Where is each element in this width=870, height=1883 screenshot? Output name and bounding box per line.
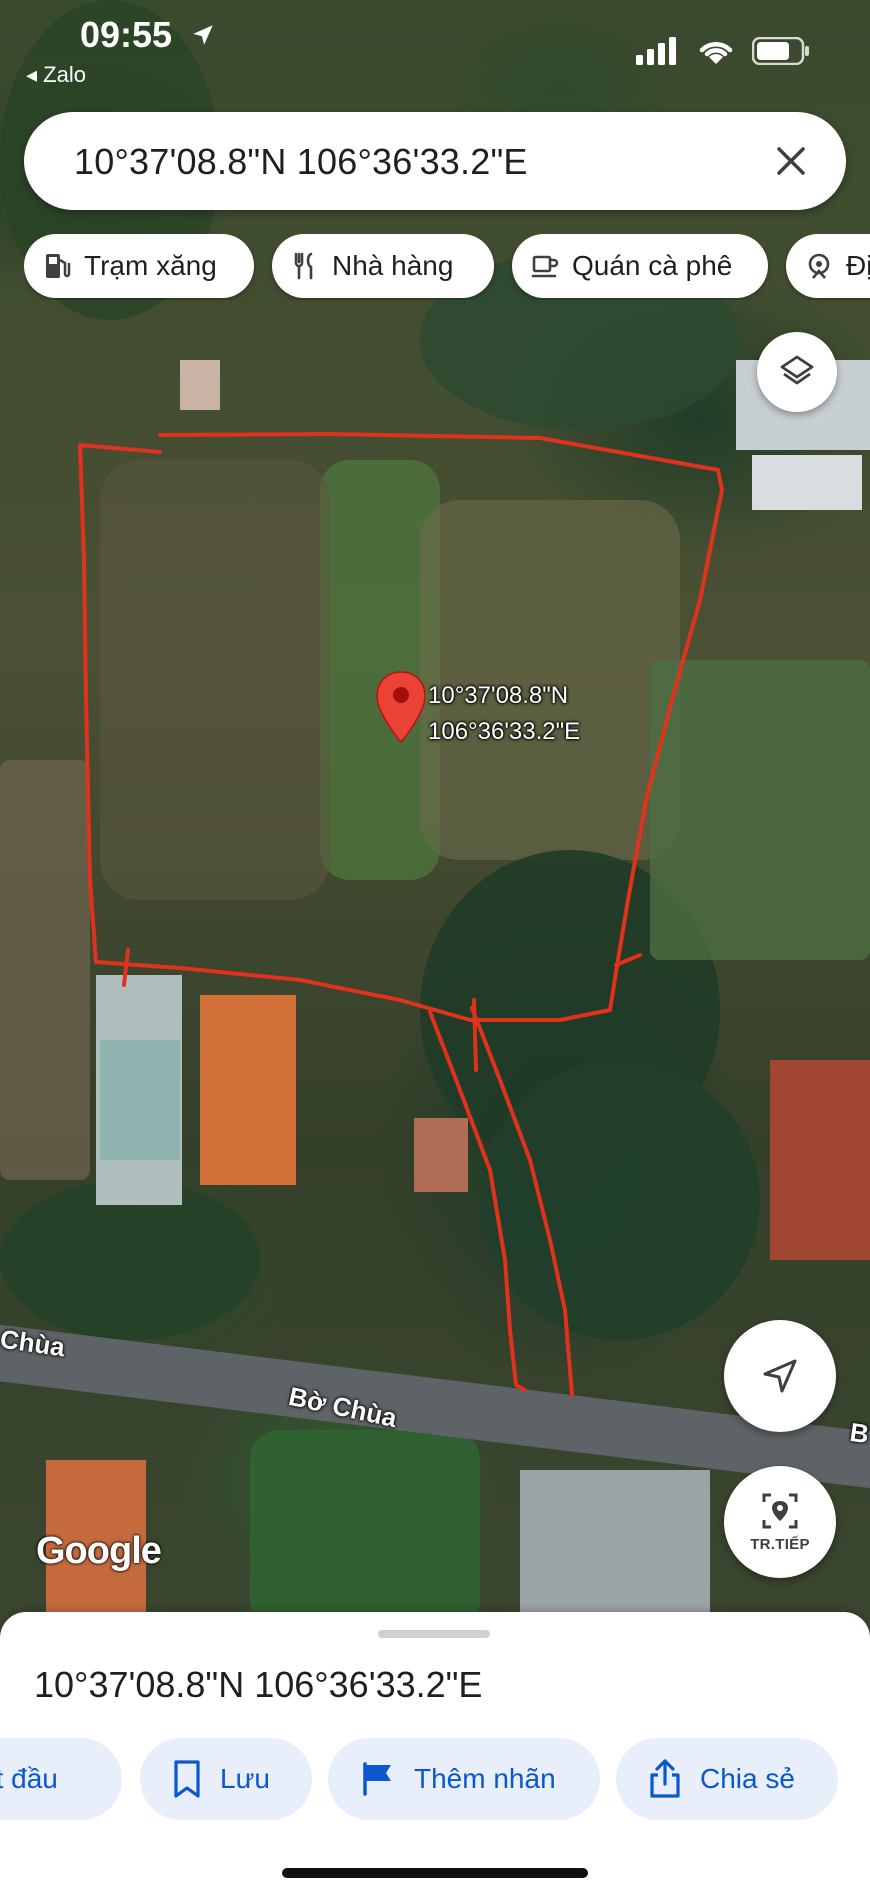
action-label: ắt đầu [0, 1763, 58, 1794]
close-icon [777, 147, 805, 175]
road-label: B [848, 1416, 870, 1450]
share-icon [650, 1759, 680, 1798]
my-location-button[interactable] [724, 1320, 836, 1432]
back-chevron-icon: ◂ [26, 62, 38, 87]
bookmark-icon [174, 1760, 200, 1798]
live-view-icon [762, 1493, 798, 1528]
category-chips: Trạm xăng Nhà hàng Quán cà phê Đị [24, 234, 870, 300]
chip-attractions[interactable]: Đị [786, 234, 870, 298]
back-to-app-link[interactable]: ◂ Zalo [26, 62, 86, 88]
access-lane-right [470, 1006, 574, 1397]
layers-icon [780, 355, 814, 385]
directions-start-button[interactable]: ắt đầu [0, 1738, 122, 1820]
home-indicator[interactable] [282, 1868, 588, 1878]
chip-label: Trạm xăng [84, 250, 217, 281]
search-bar[interactable]: 10°37'08.8"N 106°36'33.2"E [24, 112, 846, 210]
live-view-button[interactable]: TR.TIẾP [724, 1466, 836, 1578]
status-bar: 09:55 ◂ Zalo [0, 0, 870, 100]
search-query[interactable]: 10°37'08.8"N 106°36'33.2"E [74, 141, 528, 183]
battery-icon [752, 37, 809, 65]
chip-label: Nhà hàng [332, 250, 454, 281]
boundary-tick [472, 998, 478, 1072]
layers-button[interactable] [757, 332, 837, 412]
clear-search-button[interactable] [764, 134, 818, 188]
flag-icon [363, 1762, 391, 1796]
chip-cafe[interactable]: Quán cà phê [512, 234, 768, 298]
chip-restaurant[interactable]: Nhà hàng [272, 234, 494, 298]
chip-gas-station[interactable]: Trạm xăng [24, 234, 254, 298]
back-app-label: Zalo [43, 62, 86, 87]
pin-label-longitude: 106°36'33.2"E [428, 718, 581, 745]
location-arrow-icon [193, 25, 213, 45]
cafe-icon [531, 255, 559, 278]
pin-label-latitude: 10°37'08.8"N [428, 682, 569, 709]
action-label: Chia sẻ [700, 1763, 795, 1794]
action-buttons: ắt đầu Lưu Thêm nhãn Chia sẻ [0, 1738, 870, 1822]
boundary-tick [122, 948, 130, 987]
status-time: 09:55 [80, 14, 173, 55]
sheet-drag-handle[interactable] [378, 1630, 490, 1638]
pin-coordinates-label: 10°37'08.8"N 106°36'33.2"E [428, 678, 580, 750]
wifi-icon [699, 42, 733, 64]
attraction-icon [808, 253, 830, 279]
gas-station-icon [46, 254, 71, 278]
chip-label: Quán cà phê [572, 250, 733, 281]
place-title: 10°37'08.8"N 106°36'33.2"E [34, 1664, 483, 1705]
live-view-label: TR.TIẾP [750, 1535, 810, 1553]
save-button[interactable]: Lưu [140, 1738, 312, 1820]
cellular-signal-icon [636, 37, 676, 65]
action-label: Thêm nhãn [414, 1763, 556, 1794]
add-label-button[interactable]: Thêm nhãn [328, 1738, 600, 1820]
place-bottom-sheet[interactable]: 10°37'08.8"N 106°36'33.2"E ắt đầu Lưu Th… [0, 1612, 870, 1883]
navigation-arrow-icon [763, 1359, 797, 1393]
share-button[interactable]: Chia sẻ [616, 1738, 838, 1820]
location-pin-icon[interactable] [374, 670, 428, 744]
status-indicators [636, 36, 810, 66]
restaurant-icon [294, 252, 313, 280]
action-label: Lưu [220, 1763, 270, 1794]
google-attribution: Google [36, 1530, 162, 1572]
chip-label: Đị [846, 250, 870, 281]
